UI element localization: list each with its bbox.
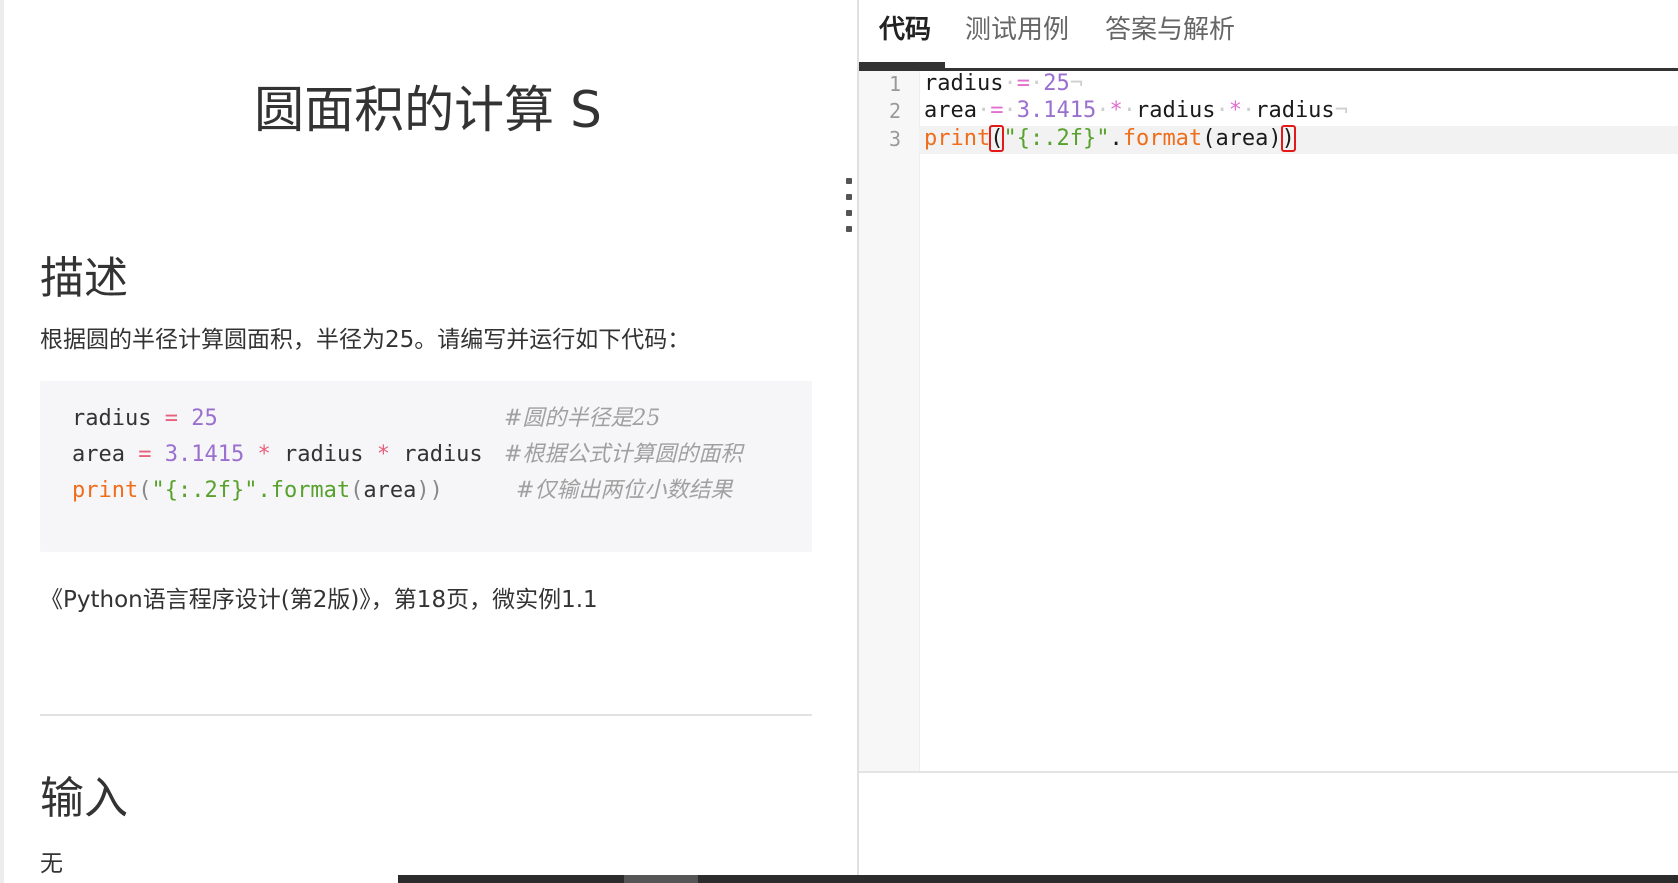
sample-code-line: print("{:.2f}".format(area)) <box>72 478 443 503</box>
problem-title: 圆面积的计算 S <box>254 81 602 139</box>
active-tab-indicator <box>859 62 945 68</box>
code-line[interactable]: radius·=·25¬ <box>924 71 1083 96</box>
code-editor[interactable]: radius·=·25¬ area·=·3.1415·*·radius·*·ra… <box>919 71 1678 771</box>
input-text: 无 <box>40 851 63 875</box>
drag-handle-icon[interactable] <box>846 178 852 232</box>
line-number: 2 <box>888 99 901 123</box>
divider <box>40 714 812 716</box>
code-line[interactable]: area·=·3.1415·*·radius·*·radius¬ <box>924 98 1348 123</box>
reference-text: 《Python语言程序设计(第2版)》，第18页，微实例1.1 <box>40 587 598 613</box>
tab-code[interactable]: 代码 <box>879 12 931 56</box>
matched-bracket: ) <box>1280 125 1296 152</box>
matched-bracket: ( <box>989 125 1005 152</box>
sample-code-comment: #根据公式计算圆的面积 <box>504 442 743 467</box>
line-number: 3 <box>888 127 901 151</box>
page: 圆面积的计算 S 描述 根据圆的半径计算圆面积，半径为25。请编写并运行如下代码… <box>0 0 1678 883</box>
tab-test-cases[interactable]: 测试用例 <box>965 12 1069 56</box>
sample-code-line: radius = 25 <box>72 406 218 431</box>
sample-code-comment: #圆的半径是25 <box>504 406 661 431</box>
sample-code-comment: #仅输出两位小数结果 <box>516 478 733 503</box>
tab-answer-analysis[interactable]: 答案与解析 <box>1105 12 1235 56</box>
editor-tabs: 代码 测试用例 答案与解析 <box>859 0 1678 71</box>
sample-code-block: radius = 25 #圆的半径是25 area = 3.1415 * rad… <box>40 381 812 552</box>
horizontal-scrollbar[interactable] <box>398 875 1678 883</box>
input-heading: 输入 <box>40 773 128 824</box>
editor-bottom-border <box>859 771 1678 773</box>
problem-pane: 圆面积的计算 S 描述 根据圆的半径计算圆面积，半径为25。请编写并运行如下代码… <box>4 0 858 875</box>
code-line[interactable]: print("{:.2f}".format(area)) <box>924 125 1296 152</box>
line-number-gutter: 1 2 3 <box>859 71 920 771</box>
description-heading: 描述 <box>40 253 128 304</box>
editor-pane: 代码 测试用例 答案与解析 1 2 3 radius·=·25¬ area·=·… <box>859 0 1678 875</box>
sample-code-line: area = 3.1415 * radius * radius <box>72 442 483 467</box>
line-number: 1 <box>888 72 901 96</box>
scrollbar-thumb[interactable] <box>624 875 698 883</box>
description-text: 根据圆的半径计算圆面积，半径为25。请编写并运行如下代码： <box>40 327 691 353</box>
